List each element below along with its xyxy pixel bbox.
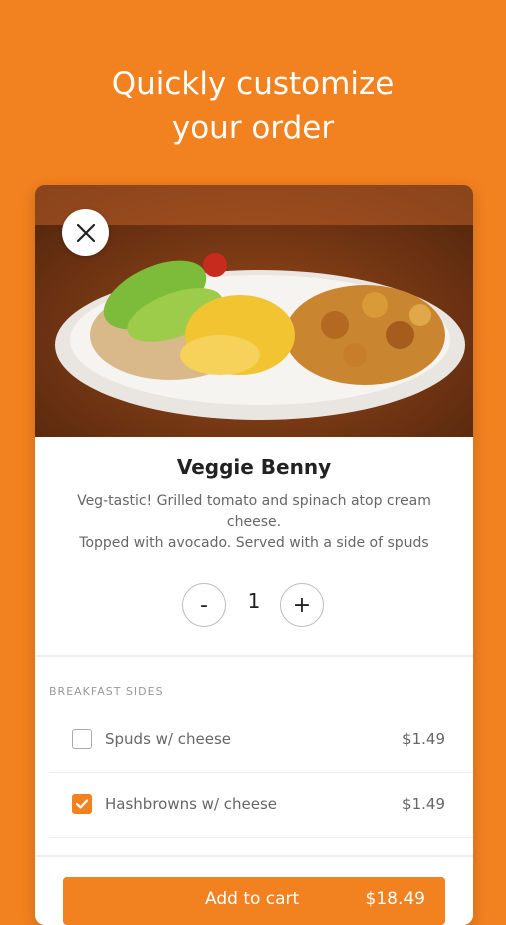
decrease-quantity-button[interactable]: - xyxy=(182,583,226,627)
description-line-3: Topped with avocado. Served with a side … xyxy=(79,535,429,551)
item-card: Veggie Benny Veg-tastic! Grilled tomato … xyxy=(35,185,473,925)
checkbox-hashbrowns[interactable] xyxy=(72,794,92,814)
item-description: Veg-tastic! Grilled tomato and spinach a… xyxy=(55,491,453,554)
headline-line-2: your order xyxy=(171,110,335,146)
option-divider xyxy=(49,837,473,838)
side-option-hashbrowns[interactable]: Hashbrowns w/ cheese $1.49 xyxy=(35,774,473,838)
item-title: Veggie Benny xyxy=(176,455,332,479)
option-price: $1.49 xyxy=(402,730,445,748)
option-divider xyxy=(49,772,473,773)
option-price: $1.49 xyxy=(402,795,445,813)
headline: Quickly customize your order xyxy=(0,62,506,150)
description-line-1: Veg-tastic! Grilled tomato and spinach a… xyxy=(77,493,431,509)
cart-total: $18.49 xyxy=(365,889,425,909)
divider xyxy=(35,855,473,857)
increase-quantity-button[interactable]: + xyxy=(280,583,324,627)
option-label: Hashbrowns w/ cheese xyxy=(105,795,278,813)
checkbox-spuds[interactable] xyxy=(72,729,92,749)
divider xyxy=(35,655,473,657)
description-line-2: cheese. xyxy=(226,514,282,530)
quantity-stepper: - 1 + xyxy=(35,583,473,629)
quantity-value: 1 xyxy=(247,589,261,613)
section-title-breakfast-sides: BREAKFAST SIDES xyxy=(49,685,164,698)
food-photo xyxy=(35,185,473,437)
add-to-cart-button[interactable]: Add to cart $18.49 xyxy=(63,877,445,925)
checkmark-icon xyxy=(75,799,89,809)
close-icon xyxy=(76,223,95,242)
side-option-spuds[interactable]: Spuds w/ cheese $1.49 xyxy=(35,709,473,773)
option-label: Spuds w/ cheese xyxy=(105,730,231,748)
close-button[interactable] xyxy=(62,209,109,256)
add-to-cart-label: Add to cart xyxy=(205,889,300,909)
headline-line-1: Quickly customize xyxy=(111,66,395,102)
